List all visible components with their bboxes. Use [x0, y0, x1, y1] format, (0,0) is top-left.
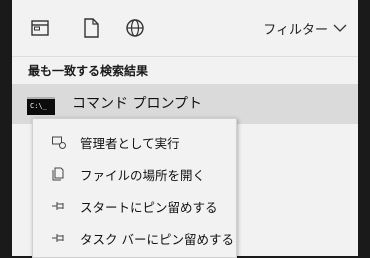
globe-icon[interactable]: [123, 16, 147, 40]
menu-item-open-file-location[interactable]: ファイルの場所を開く: [33, 159, 238, 189]
search-panel: フィルター 最も一致する検索結果 C:\_ コマンド プロンプト 管理者として実…: [12, 0, 358, 258]
run-as-admin-icon: [51, 134, 67, 150]
document-icon[interactable]: [79, 16, 103, 40]
menu-item-label: 管理者として実行: [80, 136, 180, 151]
pin-icon: [51, 230, 67, 246]
menu-item-label: タスク バーにピン留めする: [80, 232, 234, 247]
result-title: コマンド プロンプト: [72, 96, 203, 112]
search-toolbar: フィルター: [12, 0, 358, 56]
app-window-icon[interactable]: [28, 16, 52, 40]
filter-button[interactable]: フィルター: [263, 19, 328, 38]
pin-icon: [51, 198, 67, 214]
best-match-header: 最も一致する検索結果: [28, 64, 149, 78]
toolbar-divider: [12, 56, 358, 57]
menu-item-run-as-admin[interactable]: 管理者として実行: [33, 127, 238, 157]
menu-item-label: スタートにピン留めする: [80, 200, 218, 215]
menu-item-pin-to-start[interactable]: スタートにピン留めする: [33, 191, 238, 221]
chevron-down-icon[interactable]: [332, 20, 348, 34]
open-file-location-icon: [51, 166, 67, 182]
menu-item-label: ファイルの場所を開く: [80, 168, 206, 183]
context-menu: 管理者として実行 ファイルの場所を開く スタートにピン留めする タスク バーにピ…: [32, 118, 237, 258]
menu-item-pin-to-taskbar[interactable]: タスク バーにピン留めする: [33, 223, 238, 253]
command-prompt-icon: C:\_: [27, 97, 55, 115]
